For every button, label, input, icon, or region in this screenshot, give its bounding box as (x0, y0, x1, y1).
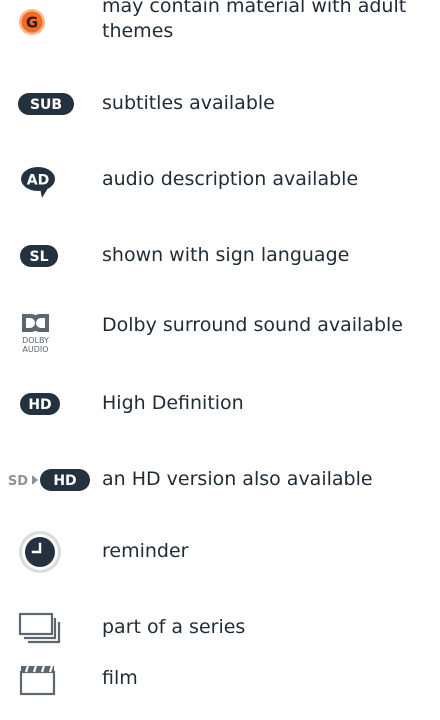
legend-label: subtitles available (102, 92, 275, 114)
sd-to-hd-icon: SD HD (2, 462, 98, 498)
legend-label: may contain material with adult themes (102, 0, 407, 42)
g-rating-icon: G (18, 4, 98, 40)
legend-label: High Definition (102, 392, 244, 414)
svg-text:AUDIO: AUDIO (22, 345, 48, 354)
legend-label: film (102, 667, 138, 689)
svg-text:SL: SL (29, 249, 48, 265)
film-clapper-icon (18, 662, 98, 702)
svg-text:HD: HD (28, 397, 51, 413)
legend-label: shown with sign language (102, 244, 350, 266)
svg-text:HD: HD (53, 473, 76, 489)
series-stack-icon (18, 610, 98, 648)
svg-text:DOLBY: DOLBY (22, 336, 49, 345)
reminder-clock-icon (18, 528, 98, 576)
svg-text:AD: AD (27, 173, 49, 189)
legend-label: Dolby surround sound available (102, 314, 403, 336)
hd-icon: HD (18, 386, 98, 422)
legend-label: an HD version also available (102, 468, 373, 490)
subtitles-icon: SUB (18, 86, 98, 122)
legend-label: part of a series (102, 616, 246, 638)
svg-text:SUB: SUB (30, 97, 62, 113)
legend-label: audio description available (102, 168, 359, 190)
sign-language-icon: SL (18, 238, 98, 274)
audio-description-icon: AD (18, 162, 98, 198)
dolby-audio-icon: DOLBY AUDIO (18, 312, 98, 364)
svg-text:SD: SD (8, 474, 28, 489)
svg-text:G: G (26, 14, 38, 32)
icon-legend: G may contain material with adult themes… (0, 0, 440, 720)
legend-label: reminder (102, 540, 189, 562)
